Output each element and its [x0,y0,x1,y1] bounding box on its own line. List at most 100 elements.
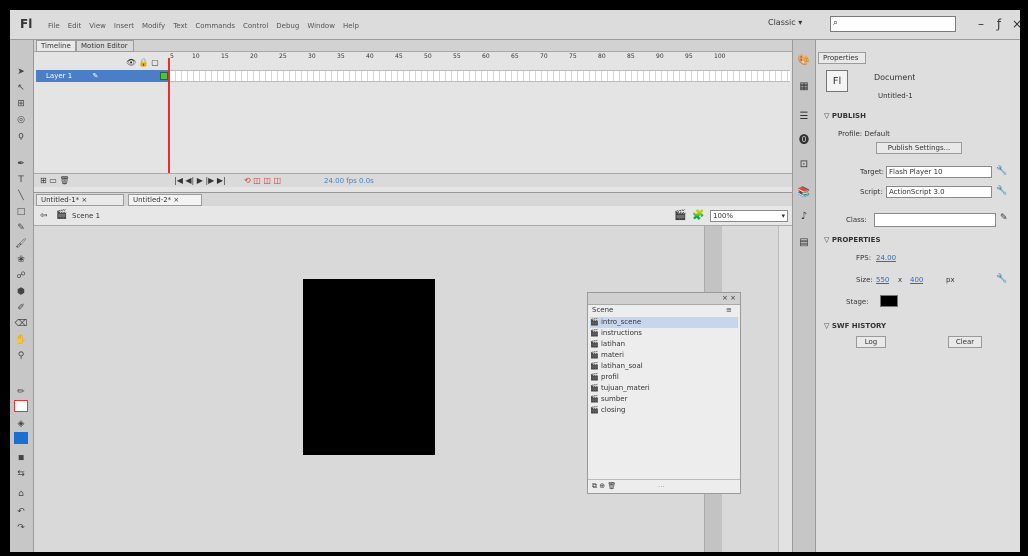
pen-tool-icon[interactable]: ✒ [13,158,29,170]
color-panel-icon[interactable]: 🎨 [796,54,812,68]
clear-button[interactable]: Clear [948,336,982,348]
frame-grid[interactable] [170,70,790,82]
fill-color-swatch[interactable] [14,432,28,444]
tab-motion-editor[interactable]: Motion Editor [76,40,134,52]
workspace-selector[interactable]: Classic ▾ [768,18,812,32]
eraser-tool-icon[interactable]: ⌫ [13,318,29,330]
scene-item[interactable]: 🎬 materi [590,350,738,361]
menu-modify[interactable]: Modify [142,22,165,30]
stroke-color-swatch[interactable] [14,400,28,412]
swatches-panel-icon[interactable]: ▦ [796,80,812,94]
doc-tab-2[interactable]: Untitled-2* × [128,194,202,206]
hand-tool-icon[interactable]: ✋ [13,334,29,346]
target-select[interactable]: Flash Player 10 [886,166,992,178]
doc-tab-1[interactable]: Untitled-1* × [36,194,124,206]
script-select[interactable]: ActionScript 3.0 [886,186,992,198]
layer-row[interactable]: Layer 1 ✎ [36,70,170,82]
smooth-icon[interactable]: ↶ [13,506,29,518]
vertical-scrollbar[interactable] [778,226,792,552]
free-transform-tool-icon[interactable]: ⊞ [13,98,29,110]
info-panel-icon[interactable]: ⓿ [796,134,812,148]
scene-item[interactable]: 🎬 profil [590,372,738,383]
playhead[interactable] [168,58,170,173]
menu-edit[interactable]: Edit [68,22,82,30]
scene-panel-header[interactable]: × × [588,293,740,305]
size-height[interactable]: 400 [910,276,923,284]
fill-color-icon[interactable]: ◈ [13,418,29,430]
menu-commands[interactable]: Commands [195,22,235,30]
scene-item[interactable]: 🎬 sumber [590,394,738,405]
menu-insert[interactable]: Insert [114,22,134,30]
3d-rotation-tool-icon[interactable]: ◎ [13,114,29,126]
edit-symbol-icon[interactable]: 🧩 [692,210,704,221]
pencil-icon[interactable]: ✎ [1000,213,1008,223]
search-input[interactable]: ⌕ [830,16,956,32]
black-white-icon[interactable]: ◾ [13,452,29,464]
menu-text[interactable]: Text [173,22,187,30]
menu-help[interactable]: Help [343,22,359,30]
zoom-select[interactable]: 100% ▾ [710,210,788,222]
close-icon[interactable]: × [173,196,179,204]
wrench-icon[interactable]: 🔧 [996,274,1007,284]
wrench-icon[interactable]: 🔧 [996,166,1007,176]
scene-item[interactable]: 🎬 closing [590,405,738,416]
brush-tool-icon[interactable]: 🖌 [13,238,29,250]
subselection-tool-icon[interactable]: ↖ [13,82,29,94]
menu-window[interactable]: Window [307,22,335,30]
section-properties[interactable]: ▽ PROPERTIES [824,236,881,244]
scene-item[interactable]: 🎬 latihan_soal [590,361,738,372]
scene-item[interactable]: 🎬 tujuan_materi [590,383,738,394]
scene-breadcrumb[interactable]: Scene 1 [72,212,100,220]
panel-menu-icon[interactable]: ≡ [726,306,732,314]
bone-tool-icon[interactable]: ☍ [13,270,29,282]
menu-debug[interactable]: Debug [276,22,299,30]
minimize-button[interactable]: – [974,15,988,33]
line-tool-icon[interactable]: ╲ [13,190,29,202]
library-panel-icon[interactable]: 📚 [796,186,812,200]
pencil-tool-icon[interactable]: ✎ [13,222,29,234]
deco-tool-icon[interactable]: ❀ [13,254,29,266]
eyedropper-tool-icon[interactable]: ✐ [13,302,29,314]
menu-file[interactable]: File [48,22,60,30]
new-layer-icon[interactable]: ⊞ ▭ 🗑 [40,176,70,185]
close-icon[interactable]: × [81,196,87,204]
duplicate-scene-icon[interactable]: ⧉ ⊕ 🗑 [592,482,616,491]
restore-button[interactable]: ƒ [992,15,1006,33]
fps-value[interactable]: 24.00 [876,254,896,262]
menu-view[interactable]: View [89,22,106,30]
menu-control[interactable]: Control [243,22,268,30]
rectangle-tool-icon[interactable]: □ [13,206,29,218]
motion-presets-icon[interactable]: ♪ [796,210,812,224]
playback-controls-icon[interactable]: |◀ ◀| ▶ |▶ ▶| [174,176,226,185]
tab-properties[interactable]: Properties [818,52,866,64]
edit-scene-icon[interactable]: 🎬 [674,210,686,221]
align-panel-icon[interactable]: ☰ [796,110,812,124]
transform-panel-icon[interactable]: ⊡ [796,158,812,172]
scene-item[interactable]: 🎬 intro_scene [590,317,738,328]
components-panel-icon[interactable]: ▤ [796,236,812,250]
size-width[interactable]: 550 [876,276,889,284]
stage-canvas[interactable] [303,279,435,455]
stage-color-swatch[interactable] [880,295,898,307]
paint-bucket-tool-icon[interactable]: ⬢ [13,286,29,298]
wrench-icon[interactable]: 🔧 [996,186,1007,196]
log-button[interactable]: Log [856,336,886,348]
scene-item[interactable]: 🎬 instructions [590,328,738,339]
section-swf-history[interactable]: ▽ SWF HISTORY [824,322,886,330]
stroke-color-icon[interactable]: ✏ [13,386,29,398]
swap-colors-icon[interactable]: ⇆ [13,468,29,480]
text-tool-icon[interactable]: T [13,174,29,186]
scene-item[interactable]: 🎬 latihan [590,339,738,350]
zoom-tool-icon[interactable]: ⚲ [13,350,29,362]
selection-tool-icon[interactable]: ➤ [13,66,29,78]
close-button[interactable]: × [1010,15,1024,33]
resize-grip[interactable]: ... [658,481,665,489]
section-publish[interactable]: ▽ PUBLISH [824,112,866,120]
back-arrow-icon[interactable]: ⇦ [40,211,48,221]
lasso-tool-icon[interactable]: ϙ [13,130,29,142]
onion-skin-icon[interactable]: ⟲ ◫ ◫ ◫ [244,176,281,185]
snap-icon[interactable]: ⌂ [13,488,29,500]
straighten-icon[interactable]: ↷ [13,522,29,534]
tab-timeline[interactable]: Timeline [36,40,76,52]
close-icon[interactable]: × × [722,294,736,302]
